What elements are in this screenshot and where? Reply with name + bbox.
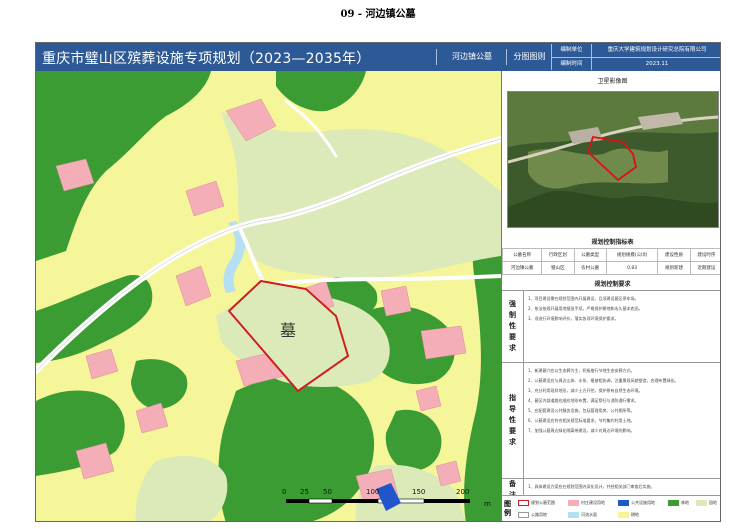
map-canvas: 墓 xyxy=(36,71,501,521)
scale-unit: m xyxy=(484,500,491,508)
village-plot xyxy=(380,285,412,317)
legend-swatch xyxy=(518,512,529,518)
cemetery-name: 河边镇公墓 xyxy=(436,49,507,65)
indicator-cell: 农村公墓 xyxy=(573,261,607,275)
guidance-item: 1、新建墓穴应以生态葬为主，积极推行节地生态安葬方式。 xyxy=(528,368,635,373)
indicator-table-wrap: 公墓名称 行政区划 公墓类型 规划规模(公顷) 建设性质 建设时序 河边镇公墓 … xyxy=(501,248,720,275)
guidance-item: 7、加强公墓周边绿化隔离带建设，减少对周边环境的影响。 xyxy=(528,428,635,433)
indicator-data-row: 河边镇公墓 璧山区 农村公墓 0.83 规划新建 近期建设 xyxy=(501,261,720,275)
satellite-title: 卫星影像图 xyxy=(597,78,628,85)
scale-label-100: 100 xyxy=(366,488,380,496)
indicator-header: 规划规模(公顷) xyxy=(605,248,659,262)
cemetery-label: 墓 xyxy=(280,321,296,340)
indicator-cell: 规划新建 xyxy=(657,261,691,275)
land-use-map[interactable]: 墓 0 25 50 100 150 200 m xyxy=(36,71,501,521)
indicator-title: 规划控制指标表 xyxy=(591,239,634,246)
legend-item-1: 村庄建设用地 xyxy=(568,500,605,506)
indicator-header: 建设时序 xyxy=(689,248,720,262)
compile-time-value: 2023.11 xyxy=(591,57,720,70)
indicator-cell: 璧山区 xyxy=(541,261,575,275)
legend-item-7: 耕地 xyxy=(618,512,639,518)
legend-swatch xyxy=(668,500,679,506)
mandatory-section: 强制性要求 1、项目建设需在规划范围内开展建设，且须建设墓区停车场。 2、依法依… xyxy=(502,290,720,362)
plan-title: 重庆市璧山区殡葬设施专项规划（2023—2035年） xyxy=(42,51,371,67)
legend-title: 图例 xyxy=(504,500,511,517)
requirements-title: 规划控制要求 xyxy=(594,281,631,288)
mandatory-item: 1、项目建设需在规划范围内开展建设，且须建设墓区停车场。 xyxy=(528,296,639,301)
mandatory-item: 3、须进行环境影响评价，落实各项环境保护要求。 xyxy=(528,316,619,321)
scale-label-200: 200 xyxy=(456,488,470,496)
guidance-section: 指导性要求 1、新建墓穴应以生态葬为主，积极推行节地生态安葬方式。 2、公墓建设… xyxy=(502,362,720,478)
remarks-text: 1、具体建设方案应在规划范围内深化设计，并经相关部门审查后实施。 xyxy=(528,483,719,493)
indicator-cell: 河边镇公墓 xyxy=(501,261,543,275)
indicator-header: 行政区划 xyxy=(541,248,575,262)
scale-label-150: 150 xyxy=(412,488,426,496)
compile-unit-label: 编制单位 xyxy=(551,44,591,57)
indicator-header-row: 公墓名称 行政区划 公墓类型 规划规模(公顷) 建设性质 建设时序 xyxy=(501,248,720,262)
legend-swatch xyxy=(568,512,579,518)
scale-bar xyxy=(286,498,470,504)
guidance-label: 指导性要求 xyxy=(502,363,524,478)
indicator-cell: 0.83 xyxy=(605,261,659,275)
mandatory-label: 强制性要求 xyxy=(502,291,524,362)
legend-swatch xyxy=(518,500,529,506)
scale-label-0: 0 xyxy=(282,488,287,496)
mandatory-item: 2、依法依规开展用地报批手续，严格保护耕地和永久基本农田。 xyxy=(528,306,643,311)
legend-item-3: 林地 xyxy=(668,500,689,506)
legend-swatch xyxy=(568,500,579,506)
guidance-item: 2、公墓建设应与周边山体、水系、植被相协调，注重景观风貌塑造，合理布置绿化。 xyxy=(528,378,679,383)
satellite-image[interactable] xyxy=(507,91,719,228)
legend-item-2: 公共设施用地 xyxy=(618,500,655,506)
legend-item-5: 公路用地 xyxy=(518,512,547,518)
indicator-header: 建设性质 xyxy=(657,248,691,262)
figure-type: 分图图则 xyxy=(506,49,552,65)
indicator-cell: 近期建设 xyxy=(689,261,720,275)
mandatory-text: 1、项目建设需在规划范围内开展建设，且须建设墓区停车场。 2、依法依规开展用地报… xyxy=(528,295,719,325)
guidance-item: 6、公墓建设应符合相关规范标准要求，节约集约利用土地。 xyxy=(528,418,635,423)
legend-swatch xyxy=(618,500,629,506)
remarks-item: 1、具体建设方案应在规划范围内深化设计，并经相关部门审查后实施。 xyxy=(528,484,655,489)
legend-swatch xyxy=(696,500,707,506)
legend-item-0: 规划公墓范围 xyxy=(518,500,555,506)
page-title: 09 - 河边镇公墓 xyxy=(340,9,416,20)
satellite-canvas xyxy=(508,92,718,227)
guidance-item: 4、墓区内部道路应顺应地形布置，满足祭扫与消防通行需求。 xyxy=(528,398,639,403)
indicator-table: 公墓名称 行政区划 公墓类型 规划规模(公顷) 建设性质 建设时序 河边镇公墓 … xyxy=(501,248,720,275)
scale-label-25: 25 xyxy=(300,488,309,496)
guidance-item: 3、充分利用现状地形，减少土方开挖，保护原有自然生态环境。 xyxy=(528,388,643,393)
legend-swatch xyxy=(618,512,629,518)
legend: 图例 规划公墓范围 村庄建设用地 公共设施用地 林地 园地 公路用地 河流水面 … xyxy=(501,495,720,521)
guidance-item: 5、应配套建设公共服务设施，包括管理用房、公共厕所等。 xyxy=(528,408,635,413)
header-bar: 重庆市璧山区殡葬设施专项规划（2023—2035年） 河边镇公墓 分图图则 编制… xyxy=(36,43,720,71)
indicator-header: 公墓类型 xyxy=(573,248,607,262)
guidance-text: 1、新建墓穴应以生态葬为主，积极推行节地生态安葬方式。 2、公墓建设应与周边山体… xyxy=(528,367,719,437)
legend-item-6: 河流水面 xyxy=(568,512,597,518)
info-panel: 卫星影像图 规划控制指标表 公墓名称 行政区划 公墓类型 规划规模(公顷) 建设… xyxy=(501,71,720,521)
scale-label-50: 50 xyxy=(323,488,332,496)
compile-info: 编制单位 重庆大学建筑规划设计研究总院有限公司 编制时间 2023.11 xyxy=(551,43,720,71)
indicator-header: 公墓名称 xyxy=(501,248,543,262)
plan-sheet: 重庆市璧山区殡葬设施专项规划（2023—2035年） 河边镇公墓 分图图则 编制… xyxy=(35,42,721,522)
legend-item-4: 园地 xyxy=(696,500,717,506)
village-plot xyxy=(420,325,467,360)
compile-time-label: 编制时间 xyxy=(551,57,591,70)
compile-unit-value: 重庆大学建筑规划设计研究总院有限公司 xyxy=(591,44,720,57)
